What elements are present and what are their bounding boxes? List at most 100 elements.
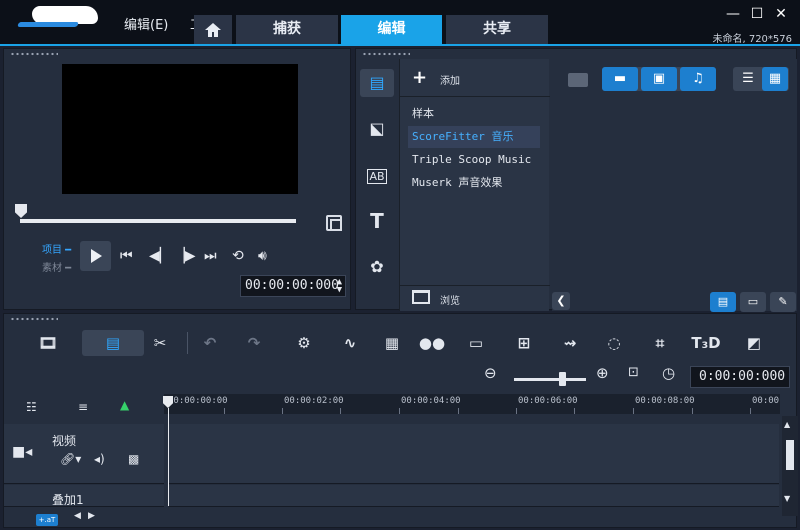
panel-grip[interactable]: [10, 52, 58, 56]
track-volume-icon[interactable]: ◂): [94, 452, 105, 466]
ruler-label: 00:00:04:00: [401, 396, 461, 406]
panel-grip[interactable]: [10, 317, 58, 321]
repeat-icon[interactable]: ⟲: [232, 248, 244, 264]
tab-edit[interactable]: 编辑: [341, 15, 442, 44]
show-audio-icon[interactable]: ♫: [680, 67, 716, 91]
browse-button[interactable]: 浏览: [400, 285, 550, 311]
mode-project[interactable]: 项目 ━: [42, 241, 71, 256]
add-chapter-icon[interactable]: ≡: [78, 400, 88, 414]
fit-project-icon[interactable]: ⊡: [628, 365, 639, 380]
go-to-start-icon[interactable]: ⏮: [120, 248, 133, 264]
panel-grip[interactable]: [362, 52, 410, 56]
view-mode-group: ☰ ▦: [733, 67, 789, 91]
previous-frame-icon[interactable]: ◀▏: [149, 248, 171, 264]
subtitle-editor-icon[interactable]: ▭: [458, 330, 494, 356]
scroll-up-icon[interactable]: ▲: [784, 420, 790, 429]
playhead-line: [168, 408, 169, 506]
zoom-slider-handle[interactable]: [559, 372, 566, 386]
link-icon[interactable]: 🔗︎▾: [60, 452, 81, 466]
preview-panel: 项目 ━ 素材 ━ ⏮ ◀▏ ▕▶ ⏭ ⟲ 🔊︎ 00:00:00:000 ▲ ▼: [3, 48, 351, 310]
record-capture-icon[interactable]: ⚙: [286, 330, 322, 356]
video-camera-icon: ■◂: [12, 444, 33, 460]
scrub-bar[interactable]: [20, 219, 296, 223]
minimize-button[interactable]: —: [724, 6, 742, 22]
time-remapping-icon[interactable]: ⇝: [552, 330, 588, 356]
next-frame-icon[interactable]: ▕▶: [174, 248, 196, 264]
pan-zoom-icon[interactable]: ⌗: [642, 330, 678, 356]
media-filter-group: ▬ ▣ ♫: [602, 67, 716, 91]
preview-size-icon[interactable]: [326, 215, 342, 231]
close-button[interactable]: ✕: [772, 6, 790, 22]
tools-icon[interactable]: ✂: [142, 330, 178, 356]
edit-icon[interactable]: ✎: [770, 292, 796, 312]
scrub-handle[interactable]: [15, 204, 27, 218]
timeline-panel: 🎞︎ ▤ ✂ ↶ ↷ ⚙ ∿ ▦ ●● ▭ ⊞ ⇝ ◌ ⌗ T₃D ◩ ⊖ ⊕ …: [3, 313, 798, 528]
overlay-track-lane[interactable]: [169, 485, 779, 507]
grid-view-icon[interactable]: ▦: [762, 67, 788, 91]
zoom-slider[interactable]: [514, 378, 586, 381]
timeline-view-icon[interactable]: ▤: [82, 330, 144, 356]
play-button[interactable]: [80, 241, 111, 271]
library-item[interactable]: ScoreFitter 音乐: [408, 126, 540, 148]
list-view-icon[interactable]: ☰: [735, 67, 761, 91]
library-item[interactable]: Triple Scoop Music: [408, 149, 540, 171]
tab-capture[interactable]: 捕获: [236, 15, 338, 44]
add-track-badge[interactable]: +.aT: [36, 514, 58, 526]
go-to-end-icon[interactable]: ⏭: [204, 248, 217, 264]
library-item[interactable]: 样本: [408, 103, 540, 125]
undo-icon[interactable]: ↶: [192, 330, 228, 356]
sound-mixer-icon[interactable]: ∿: [332, 330, 368, 356]
ruler-label: 00:00: [752, 396, 780, 406]
scroll-right-icon[interactable]: ▶: [88, 511, 95, 521]
preview-timecode[interactable]: 00:00:00:000 ▲ ▼: [240, 275, 346, 297]
add-folder-icon[interactable]: [568, 73, 588, 87]
redo-icon[interactable]: ↷: [236, 330, 272, 356]
timeline-timecode[interactable]: 0:00:00:000: [690, 366, 790, 388]
timecode-spinner-icon[interactable]: ▲ ▼: [337, 278, 342, 295]
mask-creator-icon[interactable]: ◌: [596, 330, 632, 356]
options-panel-icon[interactable]: ▭: [740, 292, 766, 312]
maximize-button[interactable]: ☐: [748, 6, 766, 22]
browse-label: 浏览: [440, 296, 460, 307]
zoom-out-icon[interactable]: ⊖: [484, 364, 497, 382]
zoom-in-icon[interactable]: ⊕: [596, 364, 609, 382]
ripple-edit-icon[interactable]: ▲: [120, 398, 129, 412]
3d-title-icon[interactable]: T₃D: [688, 330, 724, 356]
track-header-overlay: 叠加1: [4, 485, 164, 507]
volume-icon[interactable]: 🔊︎: [258, 248, 267, 264]
graphics-icon[interactable]: ✿: [360, 253, 394, 281]
scrollbar-thumb[interactable]: [786, 440, 794, 470]
track-manager-icon[interactable]: ☷: [26, 400, 37, 414]
scroll-down-icon[interactable]: ▼: [784, 494, 790, 503]
transitions-icon[interactable]: ⬕: [360, 115, 394, 143]
tab-share[interactable]: 共享: [446, 15, 548, 44]
plus-icon: +: [412, 67, 428, 88]
video-track-lane[interactable]: [169, 424, 779, 484]
mode-clip[interactable]: 素材 ━: [42, 259, 71, 274]
show-videos-icon[interactable]: ▬: [602, 67, 638, 91]
collapse-left-icon[interactable]: ❮: [552, 292, 570, 310]
scroll-left-icon[interactable]: ◀: [74, 511, 81, 521]
media-library-icon[interactable]: ▤: [360, 69, 394, 97]
library-item[interactable]: Muserk 声音效果: [408, 172, 540, 194]
media-area[interactable]: ▬ ▣ ♫ ☰ ▦: [552, 59, 797, 311]
track-header-video: ■◂ 视频 🔗︎▾ ◂) ▩: [4, 424, 164, 484]
home-icon: [205, 23, 221, 37]
motion-tracking-icon[interactable]: ●●: [414, 330, 450, 356]
auto-music-icon[interactable]: ▦: [374, 330, 410, 356]
show-photos-icon[interactable]: ▣: [641, 67, 677, 91]
timeline-ruler[interactable]: 00:00:00:00 00:00:02:00 00:00:04:00 00:0…: [164, 394, 780, 414]
library-panel-icon[interactable]: ▤: [710, 292, 736, 312]
app-logo: [17, 6, 100, 28]
split-screen-icon[interactable]: ◩: [736, 330, 772, 356]
browse-icon: [412, 290, 430, 304]
ruler-label: 00:00:06:00: [518, 396, 578, 406]
text-icon[interactable]: T: [360, 207, 394, 235]
multi-camera-icon[interactable]: ⊞: [506, 330, 542, 356]
menu-edit[interactable]: 编辑(E): [124, 14, 168, 33]
track-grid-icon[interactable]: ▩: [128, 452, 139, 466]
add-button[interactable]: + 添加: [400, 59, 550, 97]
storyboard-view-icon[interactable]: 🎞︎: [30, 330, 66, 356]
titles-ab-icon[interactable]: AB: [360, 161, 394, 189]
tab-home[interactable]: [194, 15, 232, 44]
